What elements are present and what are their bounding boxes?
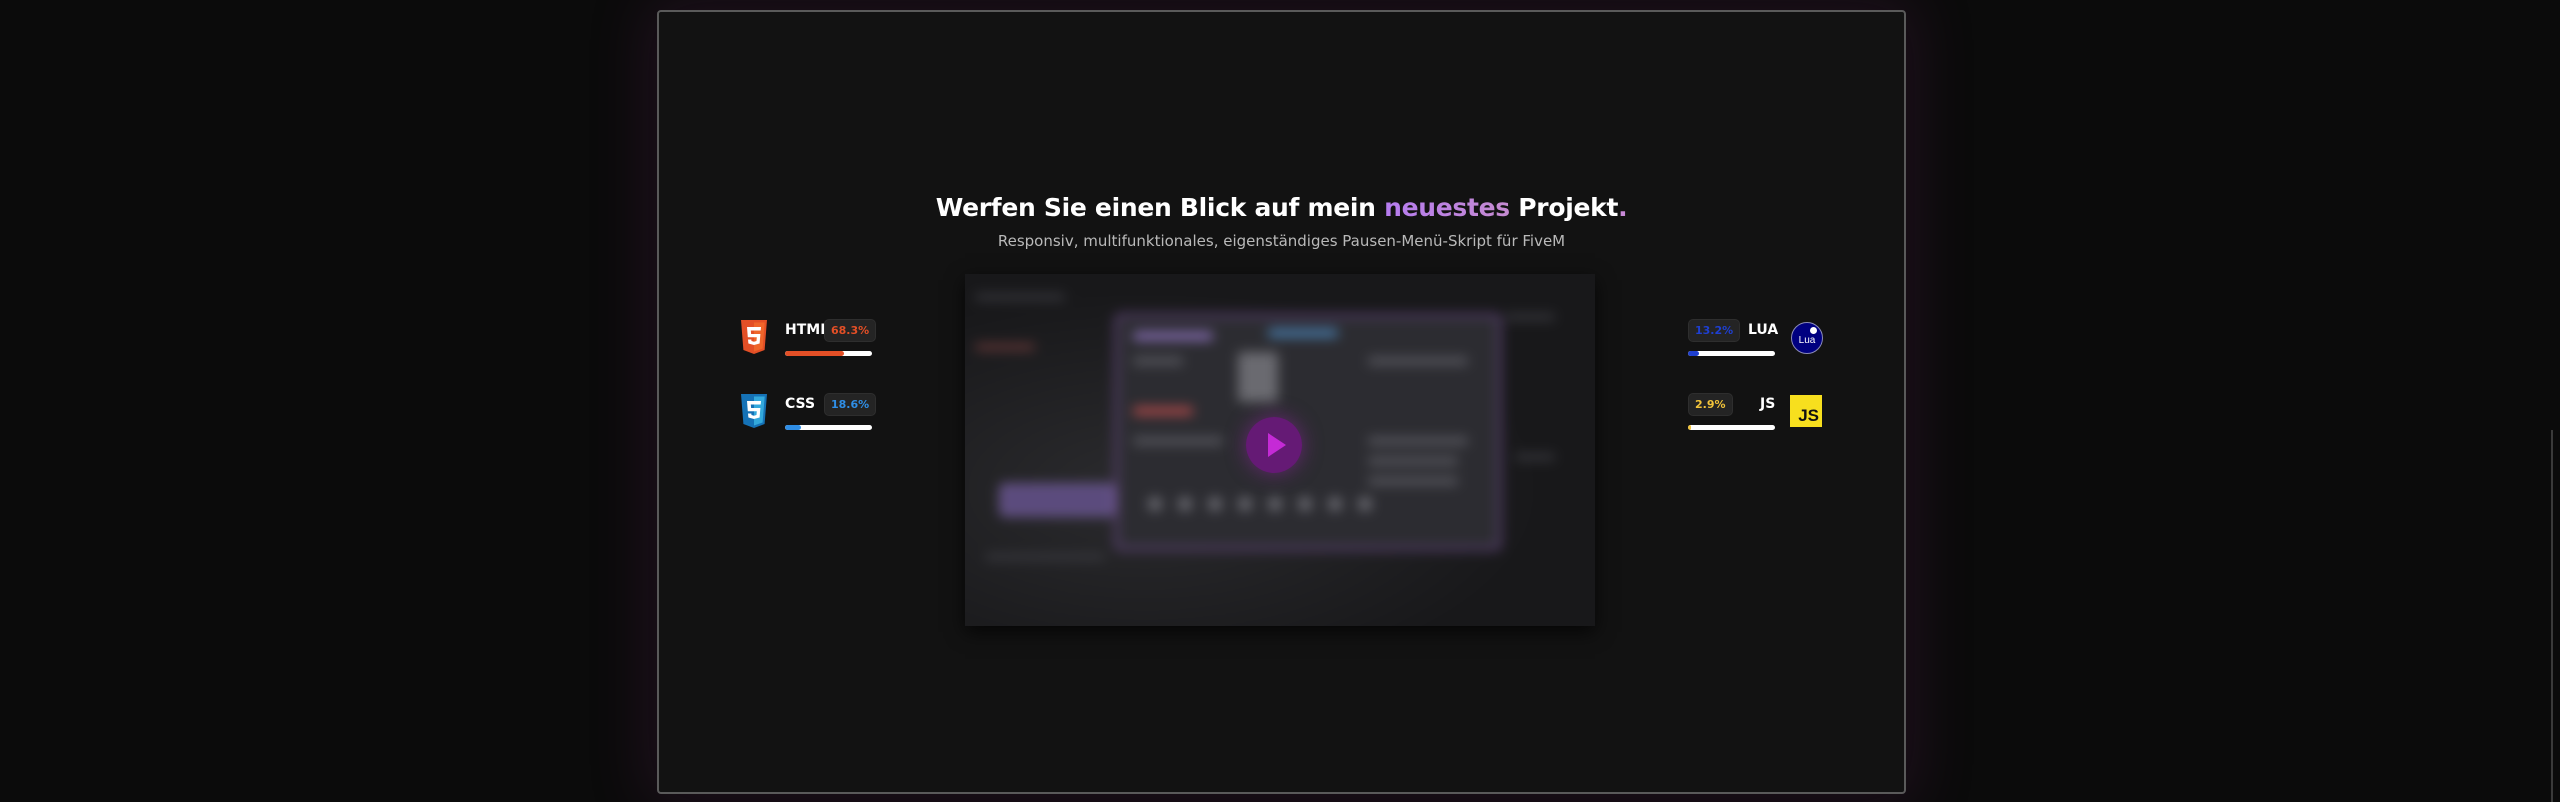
heading-text-end: Projekt — [1518, 193, 1619, 222]
skill-percent-badge: 68.3% — [824, 319, 877, 342]
project-video-preview[interactable] — [965, 274, 1595, 626]
skill-progress-fill — [1688, 351, 1700, 356]
skill-percent-badge: 2.9% — [1688, 393, 1733, 416]
skill-label: LUA — [1748, 322, 1779, 338]
skill-js: 2.9% JS JS — [1688, 392, 1824, 436]
skill-html: HTML 68.3% — [737, 318, 877, 362]
skill-css: CSS 18.6% — [737, 392, 877, 436]
skill-progress-fill — [785, 351, 845, 356]
heading-dot: . — [1618, 193, 1628, 222]
skill-label: CSS — [785, 396, 816, 412]
section-heading: Werfen Sie einen Blick auf mein neuestes… — [657, 193, 1906, 222]
skill-progress-bar — [785, 425, 872, 430]
skill-progress-fill — [785, 425, 802, 430]
scrollbar[interactable] — [2551, 430, 2553, 802]
skill-lua: 13.2% LUA Lua — [1688, 318, 1824, 362]
lua-icon: Lua — [1791, 322, 1823, 354]
skill-progress-bar — [1688, 351, 1775, 356]
css3-icon — [741, 394, 767, 428]
js-icon: JS — [1790, 395, 1822, 427]
play-icon[interactable] — [1246, 417, 1302, 473]
skill-label: HTML — [785, 322, 830, 338]
heading-text-start: Werfen Sie einen Blick auf mein — [935, 193, 1376, 222]
skill-percent-badge: 13.2% — [1688, 319, 1741, 342]
skill-progress-fill — [1688, 425, 1691, 430]
html5-icon — [741, 320, 767, 354]
skill-progress-bar — [785, 351, 872, 356]
skill-progress-bar — [1688, 425, 1775, 430]
skill-label: JS — [1760, 396, 1776, 412]
heading-accent-word: neuestes — [1384, 193, 1510, 222]
skill-percent-badge: 18.6% — [824, 393, 877, 416]
section-subheading: Responsiv, multifunktionales, eigenständ… — [997, 232, 1566, 250]
